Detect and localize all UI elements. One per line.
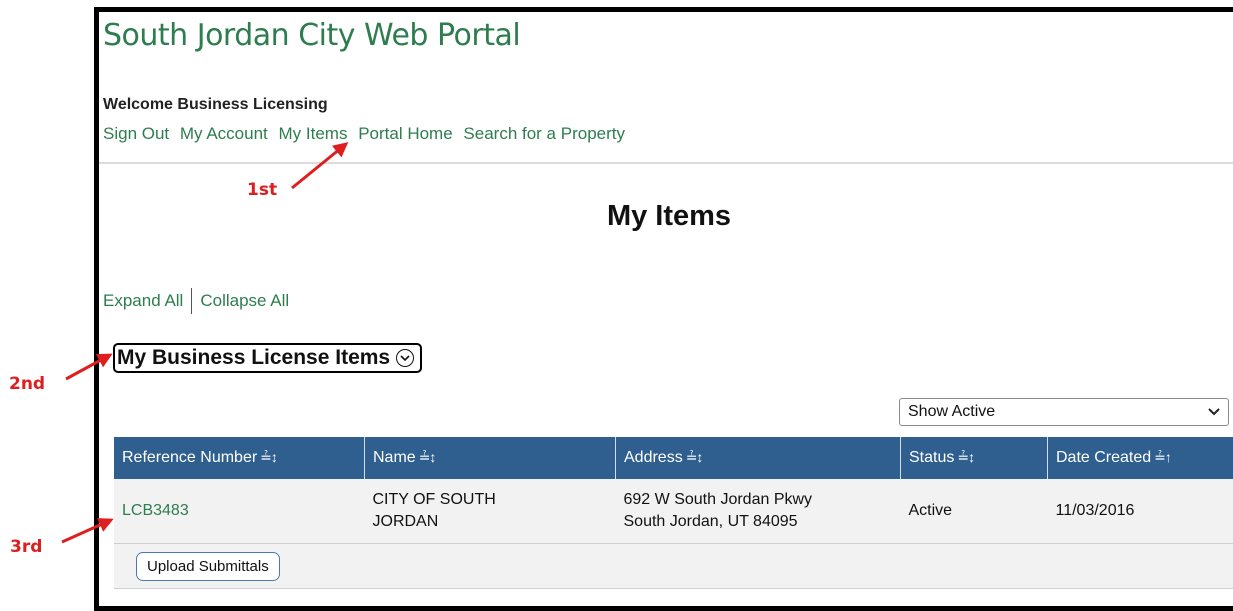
annotation-arrows [61, 142, 349, 544]
arrow-second [65, 353, 113, 381]
arrow-first [291, 142, 349, 190]
arrow-third [61, 518, 114, 544]
